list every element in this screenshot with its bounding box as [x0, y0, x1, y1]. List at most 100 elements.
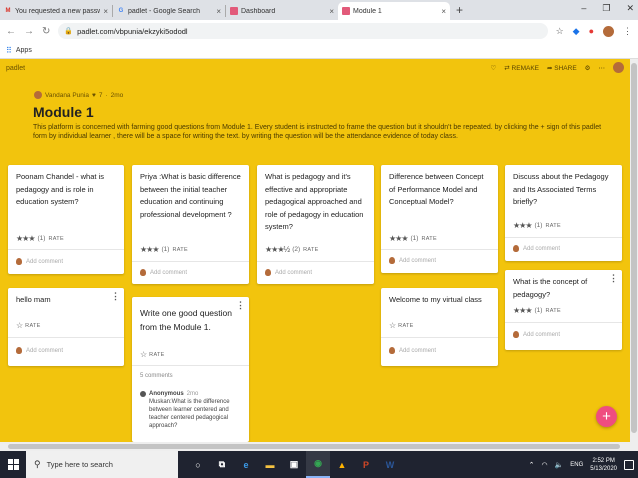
profile-avatar[interactable] — [603, 25, 614, 37]
rating-widget[interactable]: ★★★ (1) RATE — [140, 245, 188, 254]
add-comment-label: Add comment — [26, 347, 64, 354]
clock[interactable]: 2:52 PM 5/13/2020 — [590, 457, 617, 473]
comment-avatar — [16, 347, 22, 354]
post-card[interactable]: Discuss about the Pedagogy and Its Assoc… — [505, 165, 622, 261]
more-options-icon[interactable]: ⋮ — [111, 292, 120, 301]
tab-title: You requested a new password · — [15, 7, 101, 15]
menu-icon[interactable]: ⋮ — [623, 26, 632, 37]
more-options-icon[interactable]: ⋮ — [236, 301, 245, 310]
edge-icon[interactable]: e — [234, 451, 258, 478]
comment-author: Anonymous — [149, 391, 184, 397]
star-icon: ★★★ — [389, 234, 408, 243]
task-view-icon[interactable]: ⧉ — [210, 451, 234, 478]
author-name[interactable]: Vandana Punia — [45, 92, 89, 99]
rating-widget[interactable]: ☆ RATE — [389, 321, 414, 330]
add-comment-field[interactable]: Add comment — [389, 347, 436, 354]
star-outline-icon: ☆ — [16, 321, 23, 330]
user-avatar[interactable] — [613, 62, 624, 73]
rating-widget[interactable]: ★★★ (1) RATE — [16, 234, 64, 243]
comments-count[interactable]: 5 comments — [140, 373, 173, 379]
tab-google-search[interactable]: G padlet - Google Search × — [113, 2, 225, 20]
tab-bar: M You requested a new password · × G pad… — [0, 0, 638, 20]
post-card[interactable]: Priya :What is basic difference between … — [132, 165, 249, 284]
add-comment-field[interactable]: Add comment — [16, 258, 63, 265]
padlet-logo[interactable]: padlet — [6, 65, 25, 72]
post-card[interactable]: Write one good question from the Module … — [132, 297, 249, 442]
close-window-icon[interactable]: ✕ — [626, 3, 634, 14]
add-comment-field[interactable]: Add comment — [140, 269, 187, 276]
rating-count: (1) — [37, 235, 46, 242]
post-card[interactable]: hello mam ⋮ ☆ RATE Add comment — [8, 288, 124, 366]
post-card[interactable]: Difference between Concept of Performanc… — [381, 165, 498, 273]
post-text: Discuss about the Pedagogy and Its Assoc… — [513, 172, 609, 206]
tab-dashboard[interactable]: Dashboard × — [226, 2, 338, 20]
minimize-icon[interactable]: – — [581, 3, 586, 14]
store-icon[interactable]: ▣ — [282, 451, 306, 478]
file-explorer-icon[interactable]: ▬ — [258, 451, 282, 478]
more-icon[interactable]: ⋯ — [599, 64, 606, 72]
chrome-icon[interactable]: ◉ — [306, 451, 330, 478]
forward-icon[interactable]: → — [24, 26, 34, 37]
apps-icon[interactable]: ⠿ — [6, 46, 12, 55]
new-tab-button[interactable]: + — [456, 3, 463, 17]
add-comment-field[interactable]: Add comment — [265, 269, 312, 276]
close-icon[interactable]: × — [103, 7, 108, 16]
extension-icon[interactable]: ● — [589, 26, 594, 36]
rating-widget[interactable]: ★★★ (1) RATE — [513, 306, 561, 315]
add-comment-field[interactable]: Add comment — [16, 347, 63, 354]
star-icon: ★★★ — [513, 221, 532, 230]
close-icon[interactable]: × — [441, 7, 446, 16]
close-icon[interactable]: × — [329, 7, 334, 16]
vertical-scrollbar[interactable] — [630, 59, 638, 442]
rating-widget[interactable]: ★★★½ (2) RATE — [265, 245, 319, 254]
tab-module-1[interactable]: Module 1 × — [338, 2, 450, 20]
scrollbar-thumb[interactable] — [8, 444, 620, 449]
heart-icon[interactable]: ♡ — [490, 64, 496, 72]
language-icon[interactable]: ENG — [570, 462, 583, 468]
rating-widget[interactable]: ☆ RATE — [140, 350, 165, 359]
divider — [381, 249, 498, 250]
add-post-button[interactable]: + — [596, 406, 617, 427]
volume-icon[interactable]: 🔈 — [555, 461, 564, 469]
add-comment-field[interactable]: Add comment — [513, 245, 560, 252]
post-text: Welcome to my virtual class — [389, 295, 482, 304]
post-card[interactable]: What is pedagogy and it's effective and … — [257, 165, 374, 284]
cortana-icon[interactable]: ○ — [186, 451, 210, 478]
rating-widget[interactable]: ★★★ (1) RATE — [513, 221, 561, 230]
word-icon[interactable]: W — [378, 451, 402, 478]
chevron-up-icon[interactable]: ⌃ — [529, 461, 535, 469]
post-card[interactable]: Poonam Chandel - what is pedagogy and is… — [8, 165, 124, 274]
post-card[interactable]: What is the concept of pedagogy? ⋮ ★★★ (… — [505, 270, 622, 350]
add-comment-field[interactable]: Add comment — [513, 331, 560, 338]
bookmark-star-icon[interactable]: ☆ — [556, 26, 564, 37]
extension-icon[interactable]: ◆ — [573, 26, 580, 37]
post-card[interactable]: Welcome to my virtual class ☆ RATE Add c… — [381, 288, 498, 366]
apps-link[interactable]: Apps — [16, 47, 32, 54]
star-icon: ★★★ — [16, 234, 35, 243]
rating-widget[interactable]: ☆ RATE — [16, 321, 41, 330]
maximize-icon[interactable]: ❐ — [602, 3, 610, 14]
powerpoint-icon[interactable]: P — [354, 451, 378, 478]
tab-gmail[interactable]: M You requested a new password · × — [0, 2, 112, 20]
more-options-icon[interactable]: ⋮ — [609, 274, 618, 283]
share-label: SHARE — [554, 64, 577, 72]
rating-widget[interactable]: ★★★ (1) RATE — [389, 234, 437, 243]
close-icon[interactable]: × — [216, 7, 221, 16]
separator-dot: · — [105, 91, 108, 99]
taskbar-search-input[interactable]: ⚲ Type here to search — [26, 451, 178, 478]
remake-button[interactable]: ⇄ REMAKE — [504, 64, 539, 72]
wifi-icon[interactable]: ◠ — [541, 461, 547, 469]
scrollbar-thumb[interactable] — [631, 63, 637, 433]
notification-icon[interactable] — [624, 459, 634, 470]
reload-icon[interactable]: ↻ — [42, 26, 50, 37]
add-comment-field[interactable]: Add comment — [389, 257, 436, 264]
media-icon[interactable]: ▲ — [330, 451, 354, 478]
url-input[interactable]: 🔒 padlet.com/vbpunia/ekzyki5ododl — [58, 23, 548, 39]
tab-title: padlet - Google Search — [128, 7, 200, 15]
horizontal-scrollbar[interactable] — [0, 442, 638, 451]
settings-gear-icon[interactable]: ⚙ — [585, 64, 591, 72]
start-button[interactable] — [0, 451, 26, 478]
share-button[interactable]: ➦ SHARE — [547, 64, 577, 72]
back-icon[interactable]: ← — [6, 26, 16, 37]
tab-title: Dashboard — [241, 7, 276, 15]
